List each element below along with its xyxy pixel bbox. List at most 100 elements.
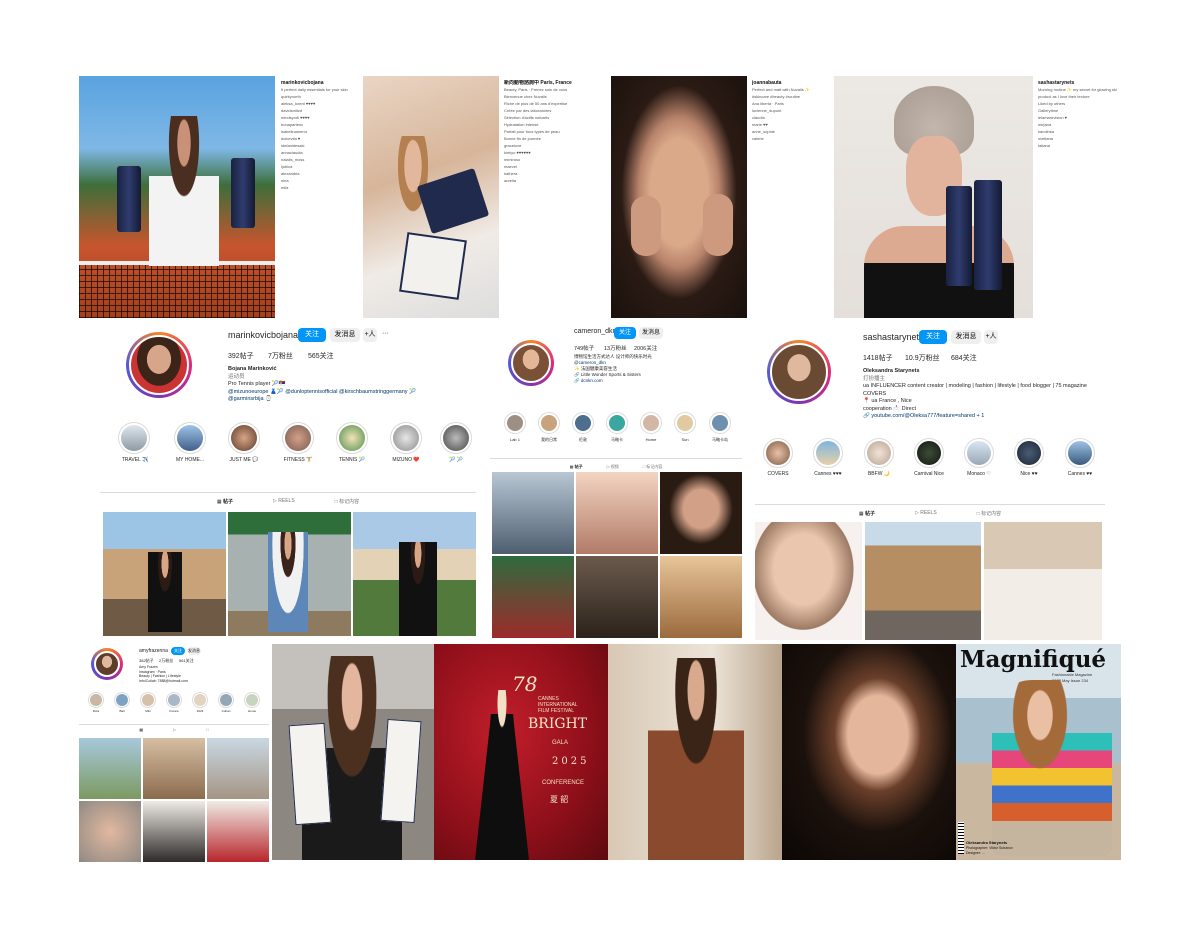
following-count[interactable]: 684关注 xyxy=(951,353,977,363)
bio-link[interactable]: 🔗 dcnkn.com xyxy=(574,378,652,384)
grid-photo-3[interactable] xyxy=(207,738,269,799)
following-count[interactable]: 561关注 xyxy=(179,658,194,664)
highlight-6[interactable]: Sun xyxy=(672,412,698,442)
grid-photo-street-walk[interactable] xyxy=(865,522,981,640)
grid-photo-4[interactable] xyxy=(79,801,141,862)
profile-avatar[interactable] xyxy=(767,340,831,404)
photo-festival[interactable]: 78 CANNES INTERNATIONAL FILM FESTIVAL BR… xyxy=(434,644,608,860)
grid-photo-marathon[interactable] xyxy=(492,472,574,554)
tab-tagged[interactable]: □ 标记内容 xyxy=(977,510,1001,517)
highlight-mizuno[interactable]: MIZUNO ❤️ xyxy=(386,422,426,463)
post-photo-unboxing[interactable] xyxy=(363,76,499,318)
grid-photo-5[interactable] xyxy=(143,801,205,862)
tab-reels[interactable]: ▷ REELS xyxy=(915,510,937,517)
followers-count[interactable]: 10.9万粉丝 xyxy=(905,353,940,363)
post-photo-tennis[interactable] xyxy=(79,76,275,318)
highlight-3[interactable]: 伦敦 xyxy=(570,412,596,443)
message-button[interactable]: 发消息 xyxy=(187,647,201,655)
followers-count[interactable]: 7万粉丝 xyxy=(268,351,293,361)
highlight-tennis[interactable]: TENNIS 🎾 xyxy=(332,422,372,463)
highlight-4[interactable]: France xyxy=(163,692,185,713)
message-button[interactable]: 发消息 xyxy=(639,327,663,339)
photo-portrait-dark[interactable] xyxy=(782,644,956,860)
highlight-7[interactable]: Home xyxy=(241,692,263,713)
post-username[interactable]: marinkovicbojana xyxy=(281,80,359,87)
grid-photo-perfume[interactable] xyxy=(576,556,658,638)
highlight-cannes-2[interactable]: Cannes ♥♥ xyxy=(1059,438,1101,477)
tab-posts[interactable]: ▦ 帖子 xyxy=(859,510,875,517)
highlight-home[interactable]: MY HOME... xyxy=(170,422,210,463)
follow-button[interactable]: 关注 xyxy=(614,327,636,339)
more-options-icon[interactable]: ··· xyxy=(382,330,389,337)
follow-button[interactable]: 关注 xyxy=(171,647,185,655)
post-photo-face[interactable] xyxy=(611,76,747,318)
follow-button[interactable]: 关注 xyxy=(298,328,326,342)
bio-mentions[interactable]: @garminsrbija ⌚ xyxy=(228,396,416,404)
highlight-7[interactable]: 马略卡岛 xyxy=(706,412,734,443)
festival-year: 2025 xyxy=(552,756,590,767)
photo-blazer[interactable] xyxy=(608,644,782,860)
tab-tagged[interactable]: □ xyxy=(206,727,208,732)
highlight-2[interactable]: Bali xyxy=(111,692,133,713)
highlight-just-me[interactable]: JUST ME 💬 xyxy=(224,422,264,463)
post-username[interactable]: sashastarynets xyxy=(1038,80,1117,87)
bio-mentions[interactable]: @mizunoeurope 👗🎾 @dunloptennisofficial @… xyxy=(228,389,416,397)
tab-tagged[interactable]: □ 标记内容 xyxy=(643,464,663,470)
highlight-monaco[interactable]: Monaco ♡ xyxy=(959,438,999,477)
highlight-6[interactable]: Cuban xyxy=(215,692,237,713)
grid-photo-christmas[interactable] xyxy=(492,556,574,638)
following-count[interactable]: 565关注 xyxy=(308,351,334,361)
grid-photo-6[interactable] xyxy=(207,801,269,862)
grid-photo-2[interactable] xyxy=(143,738,205,799)
grid-photo-dinner[interactable] xyxy=(984,522,1102,640)
grid-photo-colosseum[interactable] xyxy=(103,512,226,636)
profile-avatar[interactable] xyxy=(508,340,554,386)
grid-photo-sunset[interactable] xyxy=(576,472,658,554)
grid-photo-skincare[interactable] xyxy=(755,522,862,640)
post-username[interactable]: joannabauta xyxy=(752,80,830,87)
highlight-cannes[interactable]: Cannes ♥♥♥ xyxy=(807,438,849,477)
highlight-5[interactable]: 2023 xyxy=(189,692,211,713)
grid-photo-seaside[interactable] xyxy=(353,512,476,636)
highlight-fitness[interactable]: FITNESS 🏋️ xyxy=(278,422,318,463)
message-button[interactable]: 发消息 xyxy=(951,330,981,344)
following-count[interactable]: 2006关注 xyxy=(634,344,657,352)
highlight-bbfw[interactable]: BBFW 🌙 xyxy=(859,438,899,477)
profile-avatar[interactable] xyxy=(126,332,192,398)
follow-button[interactable]: 关注 xyxy=(919,330,947,344)
highlight-1[interactable]: Ibiza xyxy=(85,692,107,713)
tab-posts[interactable]: ▦ 帖子 xyxy=(217,498,233,505)
highlight-4[interactable]: 马略卡 xyxy=(604,412,630,443)
highlight-covers[interactable]: COVERS xyxy=(759,438,797,477)
add-user-button[interactable]: +​人 xyxy=(984,330,998,344)
tab-videos[interactable]: ▷ 视频 xyxy=(607,464,619,470)
grid-photo-tennis-club[interactable] xyxy=(228,512,351,636)
post-username[interactable]: 新向動物諮詢中 Paris, France xyxy=(504,80,607,87)
grid-photo-street[interactable] xyxy=(660,556,742,638)
magazine-cover[interactable]: Magnifiqué Fashionable Magazine 2025 May… xyxy=(956,644,1121,860)
message-button[interactable]: 发消息 xyxy=(330,328,360,342)
tab-posts[interactable]: ▦ 帖子 xyxy=(570,464,583,470)
grid-photo-1[interactable] xyxy=(79,738,141,799)
highlight-3[interactable]: Milo xyxy=(137,692,159,713)
highlight-5[interactable]: Home xyxy=(638,412,664,442)
highlight-1[interactable]: Lab 1 xyxy=(502,412,528,442)
highlight-travel[interactable]: TRAVEL ✈️ xyxy=(118,422,152,463)
followers-count[interactable]: 2万粉丝 xyxy=(159,658,173,664)
grid-photo-portrait[interactable] xyxy=(660,472,742,554)
tab-tagged[interactable]: □ 标记内容 xyxy=(335,498,359,505)
highlight-nice[interactable]: Nice ♥♥ xyxy=(1009,438,1049,477)
tab-reels[interactable]: ▷ xyxy=(173,727,176,732)
photo-product-boxes[interactable] xyxy=(272,644,434,860)
add-user-button[interactable]: +​人 xyxy=(363,328,377,342)
post-photo-towel[interactable] xyxy=(834,76,1033,318)
highlight-tennis-2[interactable]: 🎾 🎾 xyxy=(436,422,476,463)
profile-panel-amy: amyfrazenna 关注 发消息 382帖子 2万粉丝 561关注 Amy … xyxy=(79,644,269,862)
highlight-2[interactable]: 我的日常 xyxy=(536,412,562,443)
tab-reels[interactable]: ▷ REELS xyxy=(273,498,295,505)
bio-link[interactable]: 🔗 youtube.com/@Oleksa777/feature=shared … xyxy=(863,413,1087,421)
followers-count[interactable]: 13万粉丝 xyxy=(604,344,627,352)
profile-avatar[interactable] xyxy=(91,648,123,680)
highlight-carnival[interactable]: Carnival Nice xyxy=(907,438,951,477)
tab-posts[interactable]: ▦ xyxy=(139,727,143,732)
